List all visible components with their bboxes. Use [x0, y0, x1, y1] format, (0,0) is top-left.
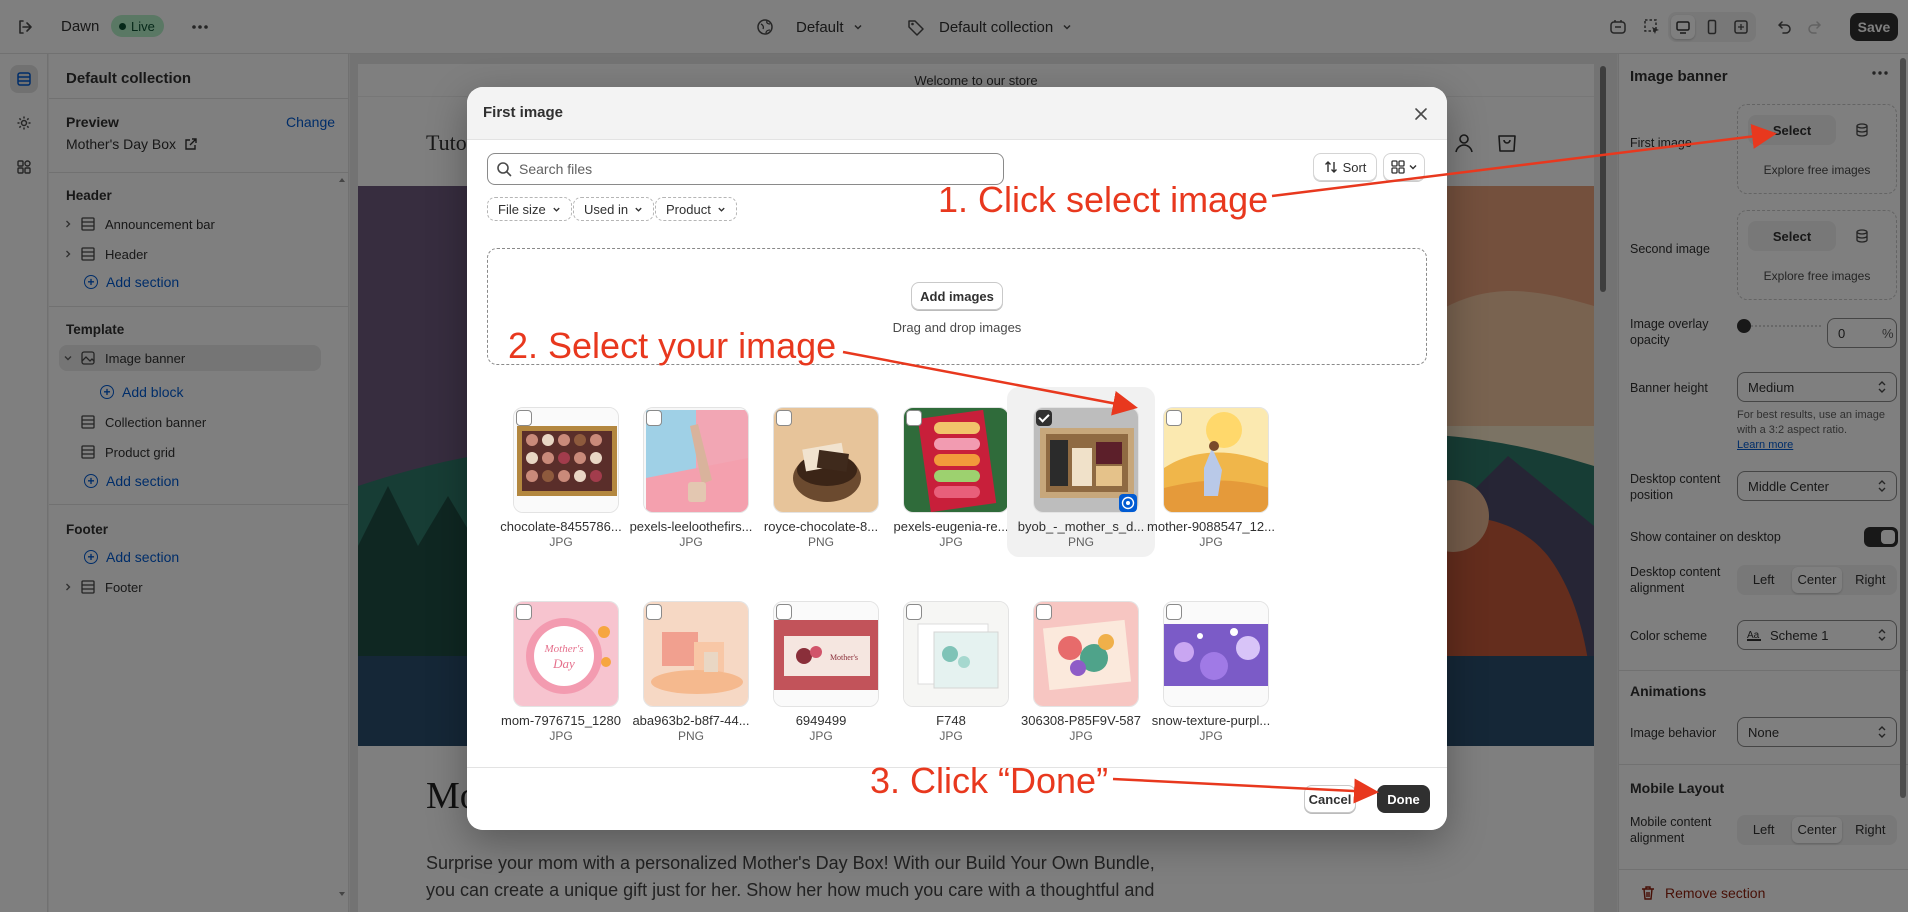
annotation-step2: 2. Select your image — [508, 325, 837, 366]
file-checkbox[interactable] — [776, 410, 792, 426]
file-checkbox[interactable] — [646, 604, 662, 620]
file-checkbox[interactable] — [1166, 410, 1182, 426]
file-checkbox[interactable] — [1036, 604, 1052, 620]
eye-icon[interactable] — [1119, 494, 1137, 512]
arrow-step2 — [842, 350, 1138, 416]
file-checkbox[interactable] — [1166, 604, 1182, 620]
file-checkbox[interactable] — [906, 410, 922, 426]
file-checkbox[interactable] — [776, 604, 792, 620]
annotation-step3: 3. Click “Done” — [870, 760, 1109, 801]
file-checkbox[interactable] — [516, 604, 532, 620]
annotation-step1: 1. Click select image — [938, 179, 1269, 220]
file-checkbox[interactable] — [516, 410, 532, 426]
file-checkbox[interactable] — [646, 410, 662, 426]
arrow-step1 — [1271, 124, 1777, 198]
file-checkbox[interactable] — [906, 604, 922, 620]
arrow-step3 — [1112, 777, 1379, 804]
file-checkbox-checked[interactable] — [1036, 410, 1052, 426]
